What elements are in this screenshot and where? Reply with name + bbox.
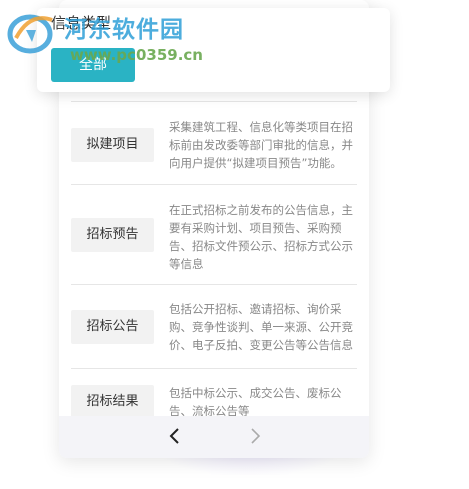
item-description: 采集建筑工程、信息化等类项目在招标前由发改委等部门审批的信息，并向用户提供“拟建… (169, 120, 353, 170)
list-item: 拟建项目 采集建筑工程、信息化等类项目在招标前由发改委等部门审批的信息，并向用户… (71, 101, 357, 185)
chevron-left-icon[interactable] (163, 424, 187, 448)
bottom-nav-bar (59, 416, 369, 458)
item-button-tender-result[interactable]: 招标结果 (71, 385, 154, 419)
filter-all-button[interactable]: 全部 (51, 48, 135, 82)
item-description: 包括中标公示、成交公告、废标公告、流标公告等 (169, 386, 342, 418)
list-item: 招标预告 在正式招标之前发布的公告信息，主要有采购计划、项目预告、采购预告、招标… (71, 184, 357, 285)
list-item: 招标公告 包括公开招标、邀请招标、询价采购、竞争性谈判、单一来源、公开竞价、电子… (71, 284, 357, 369)
item-button-planned-project[interactable]: 拟建项目 (71, 128, 154, 162)
filter-title: 信息类型 (51, 14, 112, 32)
chevron-right-icon[interactable] (243, 424, 267, 448)
item-description: 在正式招标之前发布的公告信息，主要有采购计划、项目预告、采购预告、招标文件预公示… (169, 203, 353, 271)
item-button-tender-notice[interactable]: 招标公告 (71, 310, 154, 344)
filter-header: 信息类型 全部 (37, 8, 390, 92)
item-button-tender-preview[interactable]: 招标预告 (71, 218, 154, 252)
item-description: 包括公开招标、邀请招标、询价采购、竞争性谈判、单一来源、公开竞价、电子反拍、变更… (169, 302, 353, 352)
